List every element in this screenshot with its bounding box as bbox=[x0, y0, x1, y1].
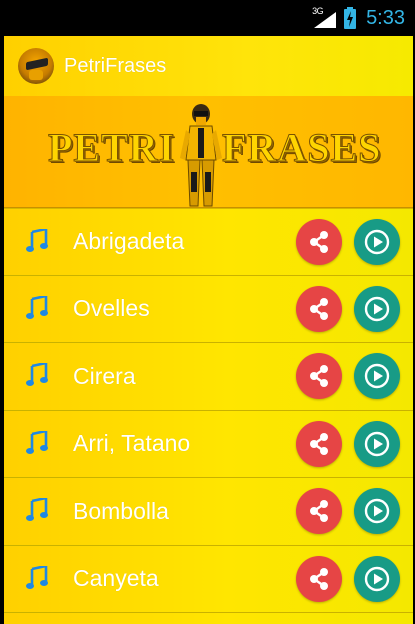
music-note-icon bbox=[26, 498, 48, 521]
play-button[interactable] bbox=[354, 420, 400, 467]
list-item[interactable]: Bombolla bbox=[4, 478, 413, 546]
sound-title: Bombolla bbox=[73, 497, 169, 524]
sound-title: Arri, Tatano bbox=[73, 430, 191, 457]
music-note-icon bbox=[26, 295, 48, 319]
play-circle-icon bbox=[364, 431, 390, 456]
play-circle-icon bbox=[364, 499, 390, 524]
share-icon bbox=[310, 365, 328, 388]
clock: 5:33 bbox=[366, 6, 405, 29]
music-note-icon bbox=[26, 565, 48, 589]
action-bar: PetriFrases bbox=[4, 36, 413, 96]
sound-list: Abrigadeta Ovelles Cirera Arri, Tatano B… bbox=[4, 208, 413, 613]
play-circle-icon bbox=[364, 229, 390, 254]
play-button[interactable] bbox=[354, 218, 400, 265]
play-button[interactable] bbox=[354, 285, 400, 332]
play-button[interactable] bbox=[354, 555, 400, 602]
music-note-icon bbox=[26, 363, 48, 386]
list-item[interactable]: Ovelles bbox=[4, 276, 413, 343]
status-bar: 3G 5:33 bbox=[0, 0, 415, 36]
share-button[interactable] bbox=[296, 218, 342, 265]
share-button[interactable] bbox=[296, 353, 342, 400]
share-button[interactable] bbox=[296, 488, 342, 535]
app-window: PetriFrases PETRI FRASES Abrigadeta Ovel… bbox=[4, 36, 413, 624]
play-button[interactable] bbox=[354, 353, 400, 400]
share-button[interactable] bbox=[296, 555, 342, 602]
share-icon bbox=[310, 432, 328, 455]
battery-icon bbox=[344, 7, 357, 29]
share-button[interactable] bbox=[296, 420, 342, 467]
play-circle-icon bbox=[364, 296, 390, 321]
list-item[interactable]: Canyeta bbox=[4, 546, 413, 613]
list-item[interactable]: Arri, Tatano bbox=[4, 411, 413, 478]
share-icon bbox=[310, 500, 328, 523]
sound-title: Ovelles bbox=[73, 295, 150, 322]
sound-title: Cirera bbox=[73, 362, 136, 389]
music-note-icon bbox=[26, 229, 48, 252]
play-circle-icon bbox=[364, 566, 390, 591]
list-item[interactable]: Abrigadeta bbox=[4, 208, 413, 276]
petri-figure-image bbox=[180, 104, 222, 207]
share-icon bbox=[310, 297, 328, 320]
share-button[interactable] bbox=[296, 285, 342, 332]
share-icon bbox=[310, 567, 328, 590]
phone-screen: 3G 5:33 PetriFrases PETRI FRASES Abrigad… bbox=[0, 0, 415, 624]
banner-title-right: FRASES bbox=[221, 124, 382, 170]
share-icon bbox=[310, 230, 328, 253]
sound-title: Canyeta bbox=[73, 565, 159, 592]
sound-title: Abrigadeta bbox=[73, 228, 185, 255]
play-circle-icon bbox=[364, 364, 390, 389]
signal-icon: 3G bbox=[312, 6, 337, 30]
banner-title-left: PETRI bbox=[47, 124, 176, 170]
petri-avatar-icon[interactable] bbox=[18, 48, 54, 84]
list-item[interactable]: Cirera bbox=[4, 343, 413, 411]
play-button[interactable] bbox=[354, 488, 400, 535]
header-banner: PETRI FRASES bbox=[4, 96, 413, 208]
music-note-icon bbox=[26, 430, 48, 454]
app-title: PetriFrases bbox=[64, 54, 167, 77]
